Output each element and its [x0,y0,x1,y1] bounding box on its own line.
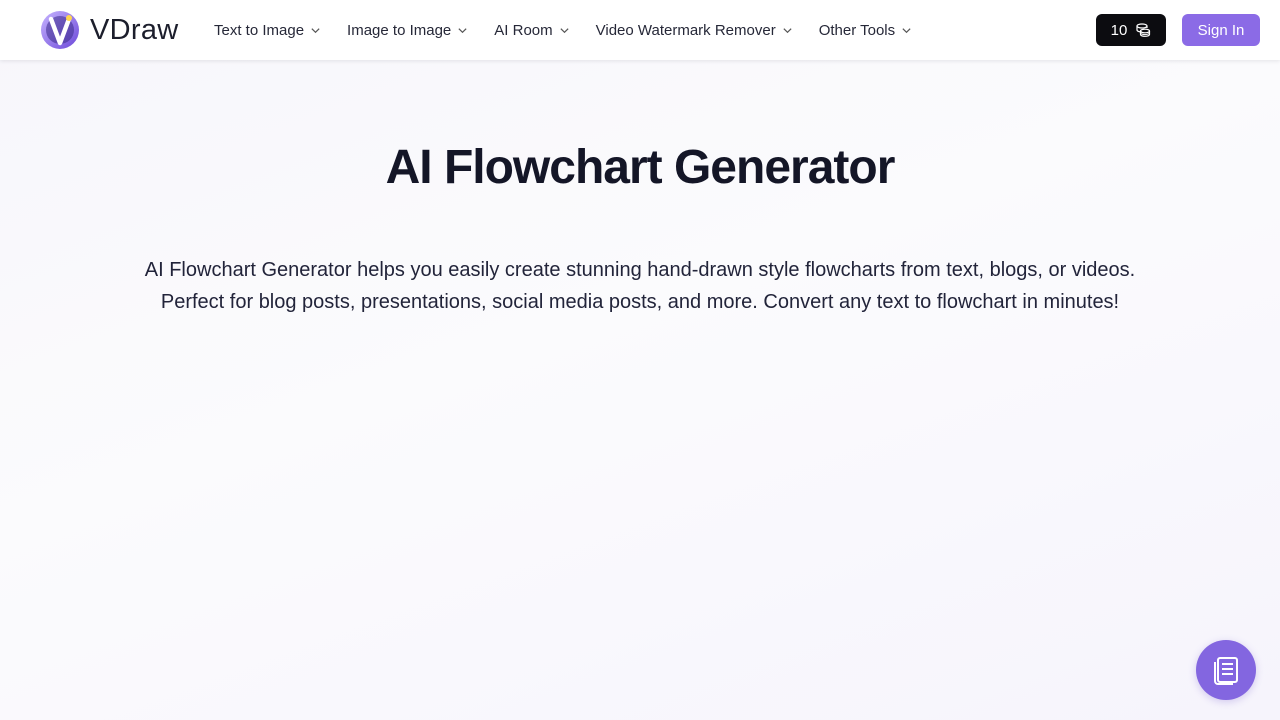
credits-count: 10 [1110,21,1128,39]
nav-item-other-tools[interactable]: Other Tools [819,22,912,39]
hero-description-line: Perfect for blog posts, presentations, s… [160,291,1120,313]
brand-home-link[interactable]: VDraw [40,10,179,50]
nav-item-label: Image to Image [347,21,452,39]
brand-name: VDraw [90,13,179,46]
top-navigation-bar: VDraw Text to Image Image to Image AI Ro… [0,0,1280,60]
nav-item-video-watermark-remover[interactable]: Video Watermark Remover [596,22,793,39]
credits-button[interactable]: 10 [1096,14,1166,46]
vdraw-logo-icon [41,11,79,49]
hero-description: AI Flowchart Generator helps you easily … [90,254,1190,318]
document-list-icon [1214,657,1238,685]
chevron-down-icon [458,27,467,33]
floating-action-button[interactable] [1196,640,1256,700]
sign-in-button[interactable]: Sign In [1182,14,1260,46]
page-title: AI Flowchart Generator [385,141,896,194]
chevron-down-icon [783,27,792,33]
nav-item-label: AI Room [494,21,553,39]
nav-item-text-to-image[interactable]: Text to Image [214,22,321,39]
hero-description-line: AI Flowchart Generator helps you easily … [144,259,1136,281]
nav-item-ai-room[interactable]: AI Room [494,22,569,39]
nav-item-image-to-image[interactable]: Image to Image [347,22,468,39]
coins-icon [1136,23,1151,37]
nav-item-label: Text to Image [214,21,305,39]
nav-item-label: Other Tools [818,21,896,39]
chevron-down-icon [560,27,569,33]
nav-item-label: Video Watermark Remover [595,21,776,39]
chevron-down-icon [902,27,911,33]
chevron-down-icon [311,27,320,33]
main-nav: Text to Image Image to Image AI Room Vid… [214,0,938,60]
